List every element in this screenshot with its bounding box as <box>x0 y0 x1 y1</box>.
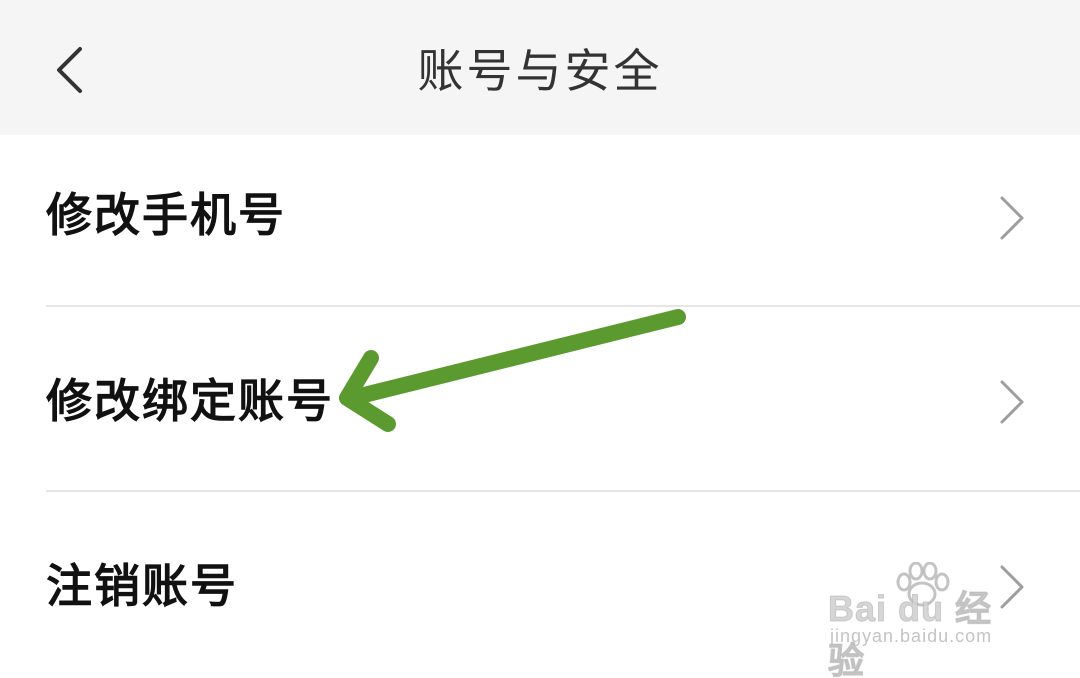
chevron-right-icon <box>1000 565 1024 609</box>
menu-item-cancel-account[interactable]: 注销账号 <box>0 492 1080 678</box>
page-title: 账号与安全 <box>417 44 663 98</box>
chevron-right-icon <box>1000 196 1024 240</box>
menu-item-label: 修改绑定账号 <box>46 374 334 428</box>
menu-item-change-bound-account[interactable]: 修改绑定账号 <box>0 307 1080 492</box>
nav-header: 账号与安全 <box>0 0 1080 135</box>
account-security-page: 账号与安全 修改手机号 修改绑定账号 注销账号 Bai du 经验 jingya… <box>0 0 1080 678</box>
settings-menu-list: 修改手机号 修改绑定账号 注销账号 <box>0 135 1080 678</box>
menu-item-label: 注销账号 <box>46 559 238 613</box>
chevron-right-icon <box>1000 380 1024 424</box>
menu-item-label: 修改手机号 <box>46 188 286 242</box>
menu-item-change-phone[interactable]: 修改手机号 <box>0 135 1080 307</box>
